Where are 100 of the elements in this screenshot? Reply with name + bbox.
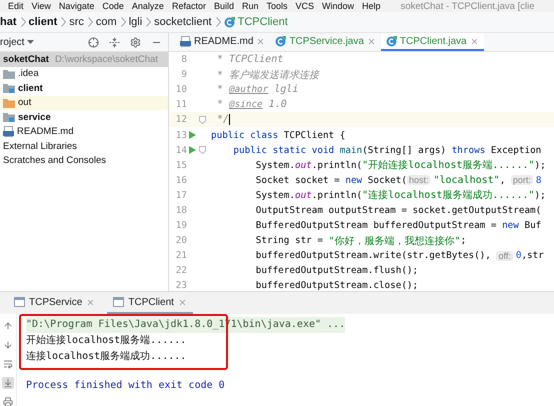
code-token: OutputStream outputStream = socket.getOutputStream( [256,204,542,216]
tree-item-label: client [18,82,43,94]
code-token: main [338,144,362,156]
tree-item-label: soketChat [3,54,49,65]
code-editor[interactable] [169,52,554,291]
code-token: (String[] args) [362,144,448,156]
scroll-to-end-icon[interactable] [2,377,14,389]
code-token: new [502,220,519,232]
close-icon[interactable] [256,36,266,46]
tree-item-label: Scratches and Consoles [3,155,106,166]
tree-item[interactable]: README.md [0,124,168,139]
arrow-up-icon[interactable] [2,320,14,332]
menu-item[interactable]: Code [102,1,124,11]
breadcrumb-item[interactable]: hat [0,16,16,28]
menu-item[interactable]: Tools [266,1,288,11]
code-token: */ [216,114,230,126]
folder-icon [3,83,15,94]
code-token: lgli [273,84,298,96]
menu-item[interactable]: Analyze [132,1,164,11]
folder-icon [3,68,15,79]
code-token: * TCPClient [216,54,284,66]
code-token: 0 [516,250,522,262]
menu-item[interactable]: VCS [296,1,314,11]
run-tab[interactable]: TCPClient [107,292,193,314]
line-number: 13 [174,130,187,141]
menu-item[interactable]: Window [322,1,354,11]
code-token: 8 [536,174,542,186]
breadcrumb-item[interactable]: src [69,16,84,28]
tree-item[interactable]: Scratches and Consoles [0,154,168,168]
line-number: 23 [174,280,187,291]
menu-item[interactable]: Build [214,1,234,11]
menu-item[interactable]: Edit [8,1,24,11]
breadcrumb-item[interactable]: socketclient [154,16,212,28]
code-token: .println( [312,190,362,201]
editor-tab[interactable]: TCPClient.java [380,33,484,51]
breadcrumb-item[interactable]: com [96,16,117,28]
dropdown-caret-icon[interactable] [27,40,34,44]
chevron-right-icon [88,17,93,27]
code-token: System. [256,160,295,171]
settings-icon[interactable] [130,36,141,48]
chevron-right-icon [216,17,221,27]
parameter-hint: port: [510,175,533,186]
code-token: "你好，服务端，我想连接你" [328,234,461,248]
project-path: D:\workspace\soketChat [54,54,158,65]
window-title: soketChat - TCPClient.java [clie [400,0,534,12]
code-token: public static void [233,144,334,156]
line-number: 14 [174,144,187,156]
line-number: 16 [174,174,187,186]
code-token: bufferedOutputStream.close(); [256,280,418,291]
tree-item[interactable]: External Libraries [0,139,168,154]
line-number: 18 [174,204,187,216]
print-icon[interactable] [2,396,14,406]
close-icon[interactable] [86,298,96,306]
collapse-all-icon[interactable] [109,36,120,48]
close-icon[interactable] [366,36,376,46]
folder-icon [3,112,15,122]
code-token: throws [452,144,486,156]
soft-wrap-icon[interactable] [2,358,14,370]
tree-item[interactable]: .idea [0,66,168,81]
menu-item[interactable]: Run [242,1,258,11]
code-token: new [345,174,362,186]
code-token: "localhost" [433,174,500,186]
editor-tab[interactable]: TCPService.java [270,33,381,51]
code-token: @author [229,84,268,96]
panel-title[interactable]: roject [0,36,24,48]
close-icon[interactable] [178,298,187,306]
folder-icon [3,98,15,108]
line-number: 20 [174,235,187,246]
code-token: String str = [256,235,324,246]
code-token: public class [211,130,278,141]
menu-item[interactable]: View [32,1,51,11]
console-line: 连接localhost服务端成功...... [26,350,186,364]
locate-icon[interactable] [88,36,99,48]
tree-item[interactable]: out [0,96,168,110]
editor-tab[interactable]: README.md [175,33,270,51]
menu-item[interactable]: Help [362,1,381,11]
code-token: out [294,160,312,171]
tree-item[interactable]: client [0,81,168,96]
markdown-file-icon [180,36,191,46]
menu-item[interactable]: Navigate [58,1,94,11]
run-tab[interactable]: TCPService [8,292,102,314]
code-token: ; [460,235,466,246]
menu-item[interactable]: Refactor [172,1,206,11]
breadcrumb-item[interactable]: lgli [128,16,142,28]
tree-item-label: service [18,112,51,123]
code-token: * [216,84,224,96]
class-icon [386,36,397,46]
tree-item[interactable]: service [0,110,168,124]
code-token: ); [534,160,546,171]
arrow-down-icon[interactable] [2,339,14,351]
code-token: ,str [521,250,544,262]
tree-item[interactable]: soketChat D:\workspace\soketChat [0,52,168,66]
parameter-hint: off: [496,250,513,261]
breadcrumb-item[interactable]: client [28,16,58,28]
close-icon[interactable] [470,36,479,46]
console-line: Process finished with exit code 0 [26,379,225,393]
code-token: * [216,99,224,110]
breadcrumb-item[interactable]: TCPClient [238,16,288,28]
code-token: * 客户端发送请求连接 [216,68,320,82]
code-token: @since [229,99,263,110]
